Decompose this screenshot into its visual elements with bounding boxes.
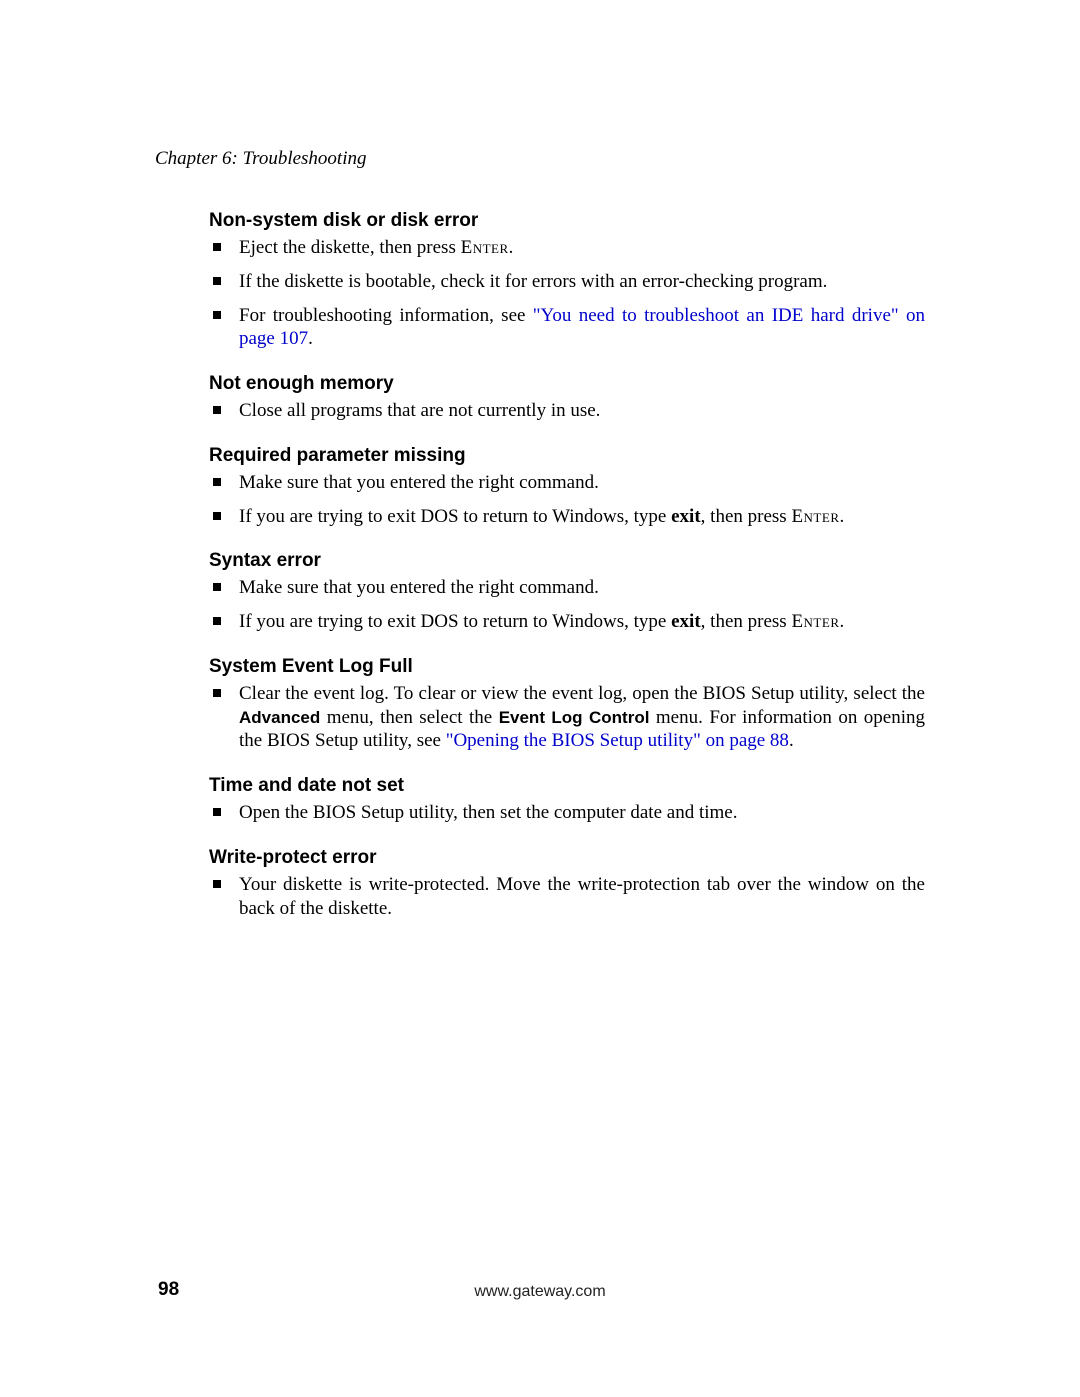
list-item: If you are trying to exit DOS to return … bbox=[209, 610, 925, 634]
section-title: Syntax error bbox=[209, 550, 925, 572]
bullet-list: Make sure that you entered the right com… bbox=[209, 471, 925, 529]
list-item: For troubleshooting information, see "Yo… bbox=[209, 304, 925, 352]
list-item: Clear the event log. To clear or view th… bbox=[209, 682, 925, 753]
section-event-log-full: System Event Log Full Clear the event lo… bbox=[209, 656, 925, 753]
text: Eject the diskette, then press bbox=[239, 237, 461, 258]
text: , then press bbox=[701, 506, 792, 527]
section-title: Write-protect error bbox=[209, 847, 925, 869]
text: . bbox=[839, 611, 844, 632]
text: . bbox=[839, 506, 844, 527]
section-title: Time and date not set bbox=[209, 775, 925, 797]
list-item: Open the BIOS Setup utility, then set th… bbox=[209, 801, 925, 825]
section-title: Not enough memory bbox=[209, 373, 925, 395]
bullet-list: Clear the event log. To clear or view th… bbox=[209, 682, 925, 753]
text: If you are trying to exit DOS to return … bbox=[239, 611, 671, 632]
xref-link[interactable]: "Opening the BIOS Setup utility" on page… bbox=[446, 730, 789, 751]
section-not-enough-memory: Not enough memory Close all programs tha… bbox=[209, 373, 925, 423]
section-syntax-error: Syntax error Make sure that you entered … bbox=[209, 550, 925, 634]
text: If you are trying to exit DOS to return … bbox=[239, 506, 671, 527]
list-item: Close all programs that are not currentl… bbox=[209, 399, 925, 423]
command-text: exit bbox=[671, 611, 701, 632]
list-item: Make sure that you entered the right com… bbox=[209, 576, 925, 600]
section-title: System Event Log Full bbox=[209, 656, 925, 678]
key-enter: Enter bbox=[461, 237, 509, 258]
section-title: Non-system disk or disk error bbox=[209, 210, 925, 232]
list-item: Your diskette is write-protected. Move t… bbox=[209, 873, 925, 921]
bullet-list: Make sure that you entered the right com… bbox=[209, 576, 925, 634]
page-content: Chapter 6: Troubleshooting Non-system di… bbox=[0, 0, 1080, 920]
text: For troubleshooting information, see bbox=[239, 305, 533, 326]
bullet-list: Your diskette is write-protected. Move t… bbox=[209, 873, 925, 921]
text: menu, then select the bbox=[320, 707, 498, 728]
section-required-param: Required parameter missing Make sure tha… bbox=[209, 445, 925, 529]
text: . bbox=[308, 328, 313, 349]
list-item: Make sure that you entered the right com… bbox=[209, 471, 925, 495]
key-enter: Enter bbox=[791, 506, 839, 527]
text: . bbox=[509, 237, 514, 258]
key-enter: Enter bbox=[791, 611, 839, 632]
list-item: If the diskette is bootable, check it fo… bbox=[209, 270, 925, 294]
list-item: If you are trying to exit DOS to return … bbox=[209, 505, 925, 529]
bullet-list: Eject the diskette, then press Enter. If… bbox=[209, 236, 925, 351]
menu-name: Advanced bbox=[239, 708, 320, 727]
text: . bbox=[789, 730, 794, 751]
footer-url: www.gateway.com bbox=[0, 1283, 1080, 1301]
list-item: Eject the diskette, then press Enter. bbox=[209, 236, 925, 260]
bullet-list: Close all programs that are not currentl… bbox=[209, 399, 925, 423]
section-nonsystem-disk: Non-system disk or disk error Eject the … bbox=[209, 210, 925, 351]
bullet-list: Open the BIOS Setup utility, then set th… bbox=[209, 801, 925, 825]
section-write-protect: Write-protect error Your diskette is wri… bbox=[209, 847, 925, 921]
chapter-header: Chapter 6: Troubleshooting bbox=[155, 148, 925, 170]
section-time-date: Time and date not set Open the BIOS Setu… bbox=[209, 775, 925, 825]
menu-name: Event Log Control bbox=[499, 708, 650, 727]
section-title: Required parameter missing bbox=[209, 445, 925, 467]
text: Clear the event log. To clear or view th… bbox=[239, 683, 925, 704]
text: , then press bbox=[701, 611, 792, 632]
command-text: exit bbox=[671, 506, 701, 527]
